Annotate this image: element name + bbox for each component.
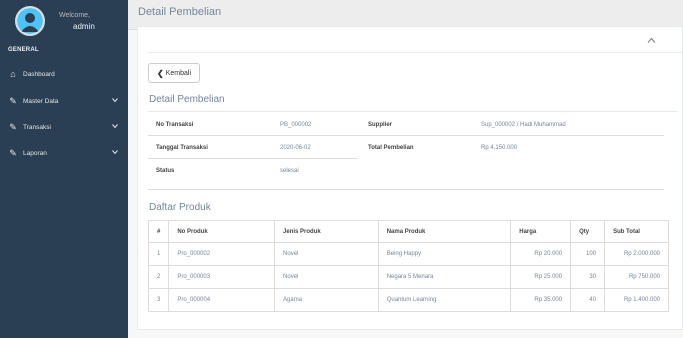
sidebar-item-transaksi[interactable]: ✎ Transaksi (0, 116, 128, 138)
column-header: Sub Total (604, 220, 669, 243)
harga: Rp 20.000 (510, 242, 572, 266)
sidebar-item-label: Laporan (23, 149, 47, 157)
total-pembelian-label: Total Pembelian (368, 145, 414, 151)
divider (148, 111, 677, 112)
table-row: 1 Pro_000002 Novel Being Happy Rp 20.000… (147, 242, 669, 266)
sub-total: Rp 1.400.000 (604, 288, 669, 312)
user-profile: Welcome, admin (15, 6, 125, 38)
edit-icon: ✎ (9, 121, 17, 132)
tanggal-transaksi-label: Tanggal Transaksi (156, 145, 208, 151)
column-header: # (147, 220, 170, 243)
nama-produk: Quantum Learning (377, 288, 512, 312)
harga: Rp 35.000 (510, 288, 572, 312)
edit-icon: ✎ (9, 95, 17, 106)
username: admin (73, 22, 95, 31)
back-button-label: Kembali (165, 69, 191, 77)
column-header: Harga (510, 220, 572, 243)
jenis-produk: Agama (274, 288, 379, 312)
no-produk: Pro_000002 (168, 242, 276, 266)
sidebar-item-label: Dashboard (23, 70, 55, 78)
sub-total: Rp 750.000 (604, 265, 669, 289)
chevron-left-icon: ❮ (157, 68, 164, 78)
user-avatar-icon (17, 8, 43, 34)
no-produk: Pro_000004 (168, 288, 276, 312)
divider (148, 135, 664, 136)
no-transaksi-label: No Transaksi (156, 122, 194, 128)
page-title: Detail Pembelian (138, 6, 222, 18)
chevron-down-icon (112, 98, 118, 103)
menu-section-title: GENERAL (8, 47, 39, 53)
jenis-produk: Novel (274, 242, 379, 266)
row-number: 1 (147, 242, 170, 266)
welcome-text: Welcome, (59, 12, 90, 19)
table-row: 2 Pro_000003 Novel Negara 5 Menara Rp 25… (147, 265, 669, 289)
supplier-value: Sup_000002 / Hadi Muhammad (481, 122, 566, 128)
divider (148, 52, 682, 53)
status-label: Status (156, 168, 175, 174)
edit-icon: ✎ (9, 147, 17, 158)
row-number: 3 (147, 288, 170, 312)
divider (148, 158, 358, 159)
sidebar-item-label: Master Data (23, 97, 59, 105)
table-row: 3 Pro_000004 Agama Quantum Learning Rp 3… (147, 288, 669, 312)
products-table: # No Produk Jenis Produk Nama Produk Har… (147, 220, 669, 312)
sidebar-item-dashboard[interactable]: ⌂ Dashboard (0, 63, 128, 85)
chevron-down-icon (112, 124, 118, 129)
avatar (15, 6, 45, 36)
qty: 100 (570, 242, 606, 266)
table-header-row: # No Produk Jenis Produk Nama Produk Har… (147, 220, 669, 243)
detail-panel: ❮ Kembali Detail Pembelian No Transaksi … (137, 26, 683, 330)
qty: 30 (570, 265, 606, 289)
jenis-produk: Novel (274, 265, 379, 289)
sidebar-item-laporan[interactable]: ✎ Laporan (0, 142, 128, 164)
chevron-up-icon[interactable] (647, 37, 656, 44)
section-title-products: Daftar Produk (149, 202, 211, 213)
chevron-down-icon (112, 150, 118, 155)
home-icon: ⌂ (10, 68, 16, 79)
column-header: Jenis Produk (274, 220, 379, 243)
section-title-detail: Detail Pembelian (149, 94, 225, 105)
no-produk: Pro_000003 (168, 265, 276, 289)
supplier-label: Supplier (368, 122, 393, 128)
no-transaksi-value: PB_000002 (280, 122, 312, 128)
sidebar: Welcome, admin GENERAL ⌂ Dashboard ✎ Mas… (0, 0, 128, 338)
back-button[interactable]: ❮ Kembali (148, 63, 200, 83)
harga: Rp 25.000 (510, 265, 572, 289)
column-header: Nama Produk (377, 220, 512, 243)
divider (148, 189, 664, 190)
status-value: selesai (280, 168, 299, 174)
sub-total: Rp 2.000.000 (604, 242, 669, 266)
column-header: Qty (570, 220, 606, 243)
total-pembelian-value: Rp 4.150.000 (481, 145, 518, 151)
tanggal-transaksi-value: 2020-06-02 (280, 145, 311, 151)
nama-produk: Being Happy (377, 242, 512, 266)
row-number: 2 (147, 265, 170, 289)
sidebar-item-label: Transaksi (23, 123, 51, 131)
nama-produk: Negara 5 Menara (377, 265, 512, 289)
qty: 40 (570, 288, 606, 312)
sidebar-item-master-data[interactable]: ✎ Master Data (0, 90, 128, 112)
column-header: No Produk (168, 220, 276, 243)
